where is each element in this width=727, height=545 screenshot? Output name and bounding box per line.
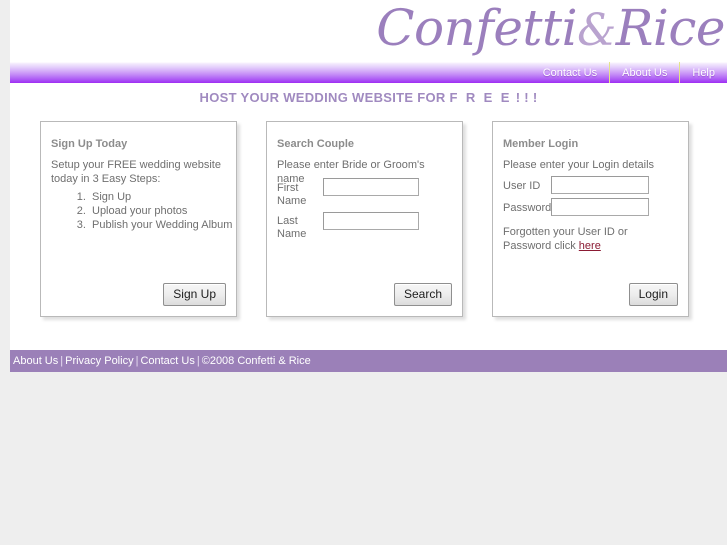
headline-bangs: ! ! ! [511,90,538,105]
nav-item-list: Contact Us About Us Help [531,62,727,83]
footer-bar: About Us | Privacy Policy | Contact Us | ©2008… [10,350,727,372]
page-headline: HOST YOUR WEDDING WEBSITE FOR F R E E ! … [10,90,727,105]
signup-panel-title: Sign Up Today [51,138,128,150]
first-name-row: First Name [277,178,419,208]
forgot-password-link[interactable]: here [579,240,601,252]
logo-text-confetti: Confetti [376,0,578,57]
panel-row: Sign Up Today Setup your FREE wedding we… [40,121,727,323]
list-item: Publish your Wedding Album [89,218,232,232]
last-name-input[interactable] [323,212,419,230]
nav-item-about-us[interactable]: About Us [610,62,679,83]
signup-panel-subtitle: Setup your FREE wedding website today in… [51,159,221,185]
list-item: Upload your photos [89,204,232,218]
footer-link-contact-us[interactable]: Contact Us [140,355,194,367]
user-id-label: User ID [503,180,541,192]
login-panel-title: Member Login [503,138,579,150]
sign-up-button[interactable]: Sign Up [163,283,226,306]
site-logo[interactable]: Confetti&Rice [376,0,725,62]
logo-text-rice: Rice [615,0,726,57]
password-label: Password [503,202,552,214]
member-login-panel: Member Login Please enter your Login det… [492,121,689,317]
nav-item-contact-us[interactable]: Contact Us [531,62,609,83]
login-button[interactable]: Login [628,283,678,306]
footer-copyright: ©2008 Confetti & Rice [201,355,311,367]
user-id-input[interactable] [551,176,649,194]
search-couple-panel: Search Couple Please enter Bride or Groo… [266,121,463,317]
login-panel-subtitle: Please enter your Login details [503,159,655,171]
search-panel-title: Search Couple [277,138,355,150]
list-item: Sign Up [89,190,232,204]
password-row: Password [503,198,649,216]
logo-ampersand: & [577,5,616,56]
user-id-row: User ID [503,176,649,194]
nav-item-help[interactable]: Help [680,62,727,83]
signup-steps-list: Sign Up Upload your photos Publish your … [51,190,232,232]
first-name-label: First Name [277,182,307,207]
page-root: Confetti&Rice Contact Us About Us Help H… [0,0,727,545]
footer-separator: | [196,355,200,367]
content-area: Confetti&Rice Contact Us About Us Help H… [10,0,727,372]
masthead: Confetti&Rice [10,0,727,62]
search-button[interactable]: Search [393,283,452,306]
password-input[interactable] [551,198,649,216]
footer-link-about-us[interactable]: About Us [13,355,58,367]
forgot-credentials-text: Forgotten your User ID or Password click… [503,225,675,253]
footer-links: About Us | Privacy Policy | Contact Us | ©2008… [13,350,311,372]
last-name-row: Last Name [277,212,419,241]
headline-lead: HOST YOUR WEDDING WEBSITE FOR [199,90,450,105]
forgot-credentials-label: Forgotten your User ID or Password click [503,226,628,252]
first-name-input[interactable] [323,178,419,196]
primary-navbar: Contact Us About Us Help [10,62,727,83]
headline-free: F R E E [449,90,512,105]
footer-link-privacy-policy[interactable]: Privacy Policy [65,355,133,367]
signup-panel: Sign Up Today Setup your FREE wedding we… [40,121,237,317]
last-name-label: Last Name [277,215,307,240]
